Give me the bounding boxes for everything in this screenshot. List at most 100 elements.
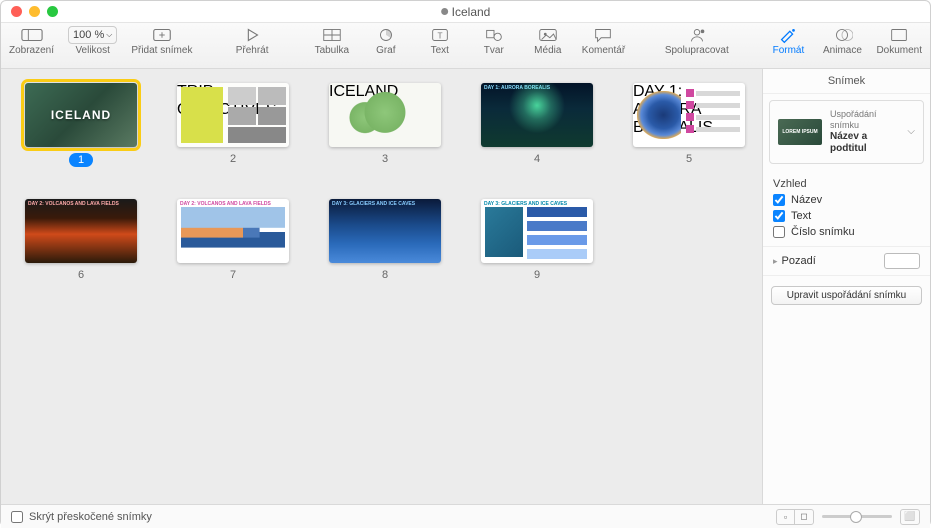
table-button[interactable]: Tabulka (312, 26, 352, 56)
comment-button[interactable]: Komentář (582, 26, 625, 56)
layout-thumbnail: LOREM IPSUM (778, 119, 822, 145)
slide-number-label: 3 (382, 153, 388, 165)
light-table-canvas[interactable]: ICELAND 1 TRIP OBJECTIVES 2 ICELAND 3 DAY 1: A… (1, 69, 762, 504)
slide-thumbnail-image[interactable]: ICELAND (25, 83, 137, 147)
window-controls (1, 6, 58, 17)
slide-thumbnail[interactable]: DAY 1: AURORA BOREALIS4 (481, 83, 593, 167)
slide-number-checkbox-row[interactable]: Číslo snímku (773, 224, 920, 240)
comment-icon (592, 26, 614, 44)
animate-tab[interactable]: Animace (822, 26, 862, 56)
window-titlebar: Iceland (1, 1, 930, 23)
edit-layout-button[interactable]: Upravit uspořádání snímku (771, 286, 922, 305)
bottom-bar: Skrýt přeskočené snímky ▫ ◻ ⬜ (1, 504, 930, 528)
slide-thumbnail[interactable]: DAY 3: GLACIERS AND ICE CAVES 9 (481, 199, 593, 281)
toolbar: Zobrazení 100 %⌵ Velikost Přidat snímek … (1, 23, 930, 69)
slide-thumbnail[interactable]: ICELAND 1 (25, 83, 137, 167)
add-slide-button[interactable]: Přidat snímek (131, 26, 192, 56)
slide-thumbnail[interactable]: DAY 3: GLACIERS AND ICE CAVES8 (329, 199, 441, 281)
thumbnail-zoom-slider[interactable] (822, 515, 892, 518)
shape-button[interactable]: Tvar (474, 26, 514, 56)
slide-caption-text: TRIP OBJECTIVES (177, 83, 289, 119)
close-window-button[interactable] (11, 6, 22, 17)
text-icon: T (429, 26, 451, 44)
slide-thumbnail-image[interactable]: DAY 1: AURORA BOREALIS (481, 83, 593, 147)
thumbnail-size-switcher-large[interactable]: ⬜ (900, 509, 920, 525)
layout-main-label: Název a podtitul (830, 131, 899, 155)
background-label: Pozadí (782, 255, 816, 267)
view-label: Zobrazení (9, 45, 54, 56)
document-title-text: Iceland (452, 5, 491, 19)
format-icon (777, 26, 799, 44)
hide-skipped-checkbox-row[interactable]: Skrýt přeskočené snímky (11, 511, 152, 523)
slide-thumbnail-image[interactable]: DAY 1: AURORA BOREALIS (633, 83, 745, 147)
slide-number-label: 2 (230, 153, 236, 165)
text-checkbox-row[interactable]: Text (773, 208, 920, 224)
slide-thumbnail-image[interactable]: DAY 3: GLACIERS AND ICE CAVES (481, 199, 593, 263)
slide-title-text: ICELAND (51, 108, 111, 122)
slide-number-label: 5 (686, 153, 692, 165)
slide-number-label: 9 (534, 269, 540, 281)
slide-thumbnail[interactable]: ICELAND 3 (329, 83, 441, 167)
slide-caption-text: DAY 3: GLACIERS AND ICE CAVES (332, 201, 415, 207)
slide-caption-text: ICELAND (329, 83, 441, 101)
document-tab[interactable]: Dokument (876, 26, 922, 56)
play-button[interactable]: Přehrát (232, 26, 272, 56)
thumb-large-icon[interactable]: ⬜ (901, 510, 919, 524)
view-icon (21, 26, 43, 44)
minimize-window-button[interactable] (29, 6, 40, 17)
slide-number-checkbox[interactable] (773, 226, 785, 238)
slide-caption-text: DAY 3: GLACIERS AND ICE CAVES (484, 201, 567, 207)
slide-caption-text: DAY 2: VOLCANOS AND LAVA FIELDS (28, 201, 119, 207)
title-checkbox-row[interactable]: Název (773, 192, 920, 208)
thumb-medium-icon[interactable]: ◻ (795, 510, 813, 524)
document-icon (888, 26, 910, 44)
view-button[interactable]: Zobrazení (9, 26, 54, 56)
slide-number-label: 1 (69, 153, 93, 167)
slide-thumbnail[interactable]: DAY 2: VOLCANOS AND LAVA FIELDS 6 (25, 199, 137, 281)
slide-thumbnail[interactable]: DAY 2: VOLCANOS AND LAVA FIELDS 7 (177, 199, 289, 281)
table-icon (321, 26, 343, 44)
chart-button[interactable]: Graf (366, 26, 406, 56)
format-inspector: Snímek LOREM IPSUM Uspořádání snímku Náz… (762, 69, 930, 504)
layout-info: Uspořádání snímku Název a podtitul (830, 109, 899, 155)
hide-skipped-checkbox[interactable] (11, 511, 23, 523)
slide-number-label: 6 (78, 269, 84, 281)
slide-thumbnail-image[interactable]: ICELAND (329, 83, 441, 147)
slide-number-label: 7 (230, 269, 236, 281)
slide-thumbnail[interactable]: DAY 1: AURORA BOREALIS 5 (633, 83, 745, 167)
text-checkbox[interactable] (773, 210, 785, 222)
background-row[interactable]: ▸ Pozadí (763, 246, 930, 276)
slide-thumbnail-image[interactable]: DAY 3: GLACIERS AND ICE CAVES (329, 199, 441, 263)
thumbnail-size-switcher[interactable]: ▫ ◻ (776, 509, 814, 525)
media-button[interactable]: Média (528, 26, 568, 56)
inspector-title: Snímek (763, 69, 930, 94)
zoom-value: 100 %⌵ (68, 26, 117, 44)
add-slide-label: Přidat snímek (131, 45, 192, 56)
slide-thumbnail-image[interactable]: DAY 2: VOLCANOS AND LAVA FIELDS (177, 199, 289, 263)
background-color-well[interactable] (884, 253, 920, 269)
chevron-down-icon: ⌵ (907, 126, 915, 137)
zoom-window-button[interactable] (47, 6, 58, 17)
text-button[interactable]: T Text (420, 26, 460, 56)
slide-thumbnail-image[interactable]: DAY 2: VOLCANOS AND LAVA FIELDS (25, 199, 137, 263)
slide-caption-text: DAY 2: VOLCANOS AND LAVA FIELDS (180, 201, 271, 207)
format-tab[interactable]: Formát (768, 26, 808, 56)
slide-caption-text: DAY 1: AURORA BOREALIS (633, 83, 745, 137)
slide-thumbnail-image[interactable]: TRIP OBJECTIVES (177, 83, 289, 147)
slide-layout-popup[interactable]: LOREM IPSUM Uspořádání snímku Název a po… (769, 100, 924, 164)
collaborate-icon (686, 26, 708, 44)
slide-thumbnail[interactable]: TRIP OBJECTIVES 2 (177, 83, 289, 167)
zoom-menu[interactable]: 100 %⌵ Velikost (68, 26, 117, 56)
zoom-label: Velikost (75, 45, 109, 56)
shape-icon (483, 26, 505, 44)
title-checkbox[interactable] (773, 194, 785, 206)
play-label: Přehrát (236, 45, 269, 56)
play-icon (241, 26, 263, 44)
disclosure-icon: ▸ (773, 256, 778, 266)
add-slide-icon (151, 26, 173, 44)
unsaved-indicator-icon (441, 8, 448, 15)
appearance-header: Vzhled (763, 174, 930, 192)
thumb-small-icon[interactable]: ▫ (777, 510, 795, 524)
svg-text:T: T (437, 32, 442, 41)
collaborate-button[interactable]: Spolupracovat (665, 26, 729, 56)
